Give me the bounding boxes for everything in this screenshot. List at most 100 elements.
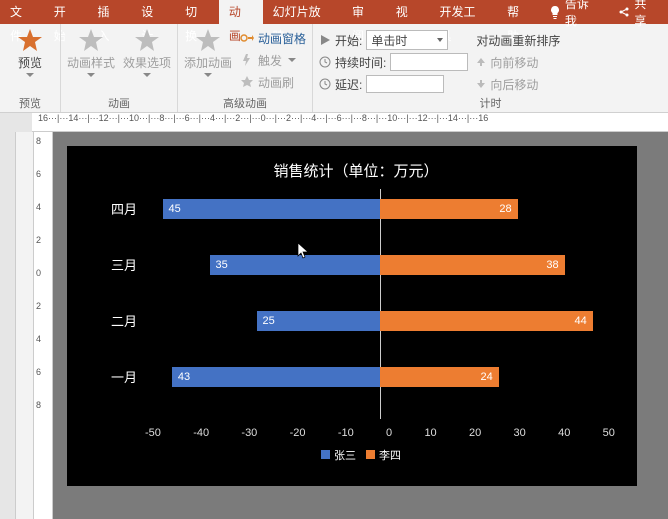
thumbnail-pane[interactable] xyxy=(16,132,34,519)
delay-label: 延迟: xyxy=(335,76,362,93)
bar-张三: 45 xyxy=(163,199,381,219)
plot-area: -50-40-30-20-1001020304050 四月4528三月3538二… xyxy=(145,189,615,419)
slide-canvas-wrap: 销售统计（单位：万元） -50-40-30-20-1001020304050 四… xyxy=(53,132,668,519)
start-label: 开始: xyxy=(335,32,362,49)
bar-李四: 24 xyxy=(380,367,499,387)
arrow-down-icon xyxy=(476,79,486,89)
duration-input[interactable] xyxy=(390,53,468,71)
trigger-icon xyxy=(240,53,254,67)
tab-insert[interactable]: 插入 xyxy=(88,0,132,24)
chevron-down-icon xyxy=(204,73,212,77)
x-tick: 50 xyxy=(603,427,615,439)
tab-design[interactable]: 设计 xyxy=(131,0,175,24)
bar-row: 二月2544 xyxy=(145,311,615,331)
reorder-label: 对动画重新排序 xyxy=(476,32,560,49)
tab-slideshow[interactable]: 幻灯片放映 xyxy=(263,0,342,24)
ribbon-tabs: 文件 开始 插入 设计 切换 动画 幻灯片放映 审阅 视图 开发工具 帮助 告诉… xyxy=(0,0,668,24)
share-button[interactable]: 共享 xyxy=(608,0,668,24)
chart-title: 销售统计（单位：万元） xyxy=(89,160,623,181)
ruler-vertical: 864202468 xyxy=(34,132,53,519)
share-icon xyxy=(618,6,630,18)
tab-review[interactable]: 审阅 xyxy=(342,0,386,24)
bar-李四: 44 xyxy=(380,311,593,331)
preview-label: 预览 xyxy=(18,54,42,71)
group-advanced-label: 高级动画 xyxy=(223,96,267,112)
bulb-icon xyxy=(549,5,561,19)
x-tick: -40 xyxy=(193,427,209,439)
preview-star-icon xyxy=(16,28,44,52)
tab-help[interactable]: 帮助 xyxy=(497,0,541,24)
delay-icon xyxy=(319,78,331,90)
slide[interactable]: 销售统计（单位：万元） -50-40-30-20-1001020304050 四… xyxy=(67,146,637,486)
x-tick: 40 xyxy=(558,427,570,439)
move-forward-label: 向前移动 xyxy=(490,54,538,71)
chevron-down-icon xyxy=(87,73,95,77)
pane-icon xyxy=(240,31,254,45)
trigger-button[interactable]: 触发 xyxy=(240,50,306,70)
chevron-down-icon xyxy=(437,38,443,42)
bar-row: 一月4324 xyxy=(145,367,615,387)
ruler-v-tick: 8 xyxy=(36,400,41,410)
bar-张三: 25 xyxy=(257,311,381,331)
preview-button[interactable]: 预览 xyxy=(6,28,54,77)
start-select[interactable]: 单击时 xyxy=(366,30,448,50)
bar-李四: 38 xyxy=(380,255,565,275)
trigger-label: 触发 xyxy=(258,52,282,69)
add-anim-button[interactable]: 添加动画 xyxy=(184,28,232,77)
bar-row: 四月4528 xyxy=(145,199,615,219)
tab-developer[interactable]: 开发工具 xyxy=(430,0,498,24)
anim-styles-button[interactable]: 动画样式 xyxy=(67,28,115,77)
anim-painter-button[interactable]: 动画刷 xyxy=(240,72,306,92)
chevron-down-icon xyxy=(143,73,151,77)
clock-icon xyxy=(319,56,331,68)
legend-swatch xyxy=(321,450,330,459)
x-tick: 0 xyxy=(386,427,392,439)
ruler-v-tick: 6 xyxy=(36,169,41,179)
workspace: 864202468 销售统计（单位：万元） -50-40-30-20-10010… xyxy=(0,132,668,519)
category-label: 一月 xyxy=(97,367,137,386)
chevron-down-icon xyxy=(26,73,34,77)
category-label: 三月 xyxy=(97,255,137,274)
delay-input[interactable] xyxy=(366,75,444,93)
star-plus-icon xyxy=(194,28,222,52)
tab-transitions[interactable]: 切换 xyxy=(175,0,219,24)
category-label: 二月 xyxy=(97,311,137,330)
anim-styles-label: 动画样式 xyxy=(67,54,115,71)
group-timing-label: 计时 xyxy=(480,96,502,112)
outline-pane[interactable] xyxy=(0,132,16,519)
tab-animations[interactable]: 动画 xyxy=(219,0,263,24)
move-back-button[interactable]: 向后移动 xyxy=(476,74,560,94)
ruler-horizontal: 16···|···14···|···12···|···10···|···8···… xyxy=(32,113,668,132)
legend-label: 李四 xyxy=(379,450,401,462)
group-timing: 开始: 单击时 持续时间: 延迟: 对动画重 xyxy=(313,24,668,112)
bar-张三: 35 xyxy=(210,255,381,275)
ribbon-body: 预览 预览 动画样式 效果选项 动画 添加动画 xyxy=(0,24,668,113)
tab-home[interactable]: 开始 xyxy=(44,0,88,24)
legend-swatch xyxy=(366,450,375,459)
chevron-down-icon xyxy=(288,58,296,62)
tellme-button[interactable]: 告诉我 xyxy=(541,0,608,24)
painter-icon xyxy=(240,75,254,89)
anim-pane-button[interactable]: 动画窗格 xyxy=(240,28,306,48)
tab-file[interactable]: 文件 xyxy=(0,0,44,24)
x-tick: -30 xyxy=(241,427,257,439)
effect-options-button[interactable]: 效果选项 xyxy=(123,28,171,77)
x-tick: -50 xyxy=(145,427,161,439)
group-preview-label: 预览 xyxy=(19,96,41,112)
chart[interactable]: 销售统计（单位：万元） -50-40-30-20-1001020304050 四… xyxy=(89,160,623,472)
move-forward-button[interactable]: 向前移动 xyxy=(476,52,560,72)
category-label: 四月 xyxy=(97,199,137,218)
legend-label: 张三 xyxy=(334,450,356,462)
bar-李四: 28 xyxy=(380,199,518,219)
arrow-up-icon xyxy=(476,57,486,67)
x-axis: -50-40-30-20-1001020304050 xyxy=(145,427,615,439)
ruler-v-tick: 2 xyxy=(36,235,41,245)
tab-view[interactable]: 视图 xyxy=(386,0,430,24)
ruler-v-tick: 4 xyxy=(36,202,41,212)
ruler-v-tick: 4 xyxy=(36,334,41,344)
bar-row: 三月3538 xyxy=(145,255,615,275)
move-back-label: 向后移动 xyxy=(490,76,538,93)
play-icon xyxy=(319,34,331,46)
add-anim-label: 添加动画 xyxy=(184,54,232,71)
x-tick: -20 xyxy=(290,427,306,439)
